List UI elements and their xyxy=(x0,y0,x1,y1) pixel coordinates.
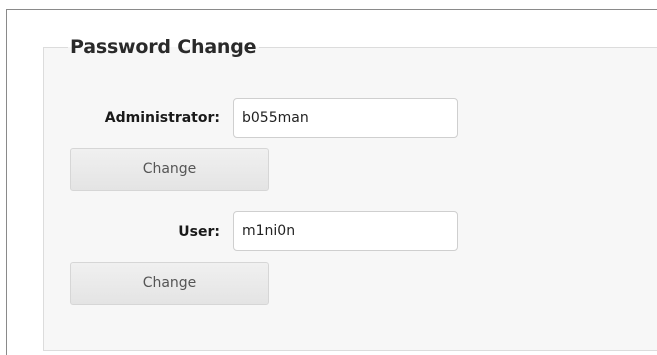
user-password-input[interactable] xyxy=(233,211,458,251)
administrator-change-button[interactable]: Change xyxy=(70,148,269,191)
section-title: Password Change xyxy=(68,34,260,60)
user-label: User: xyxy=(178,224,220,240)
user-change-button[interactable]: Change xyxy=(70,262,269,305)
administrator-label: Administrator: xyxy=(104,110,220,126)
administrator-password-input[interactable] xyxy=(233,98,458,138)
password-change-fieldset xyxy=(43,47,657,351)
